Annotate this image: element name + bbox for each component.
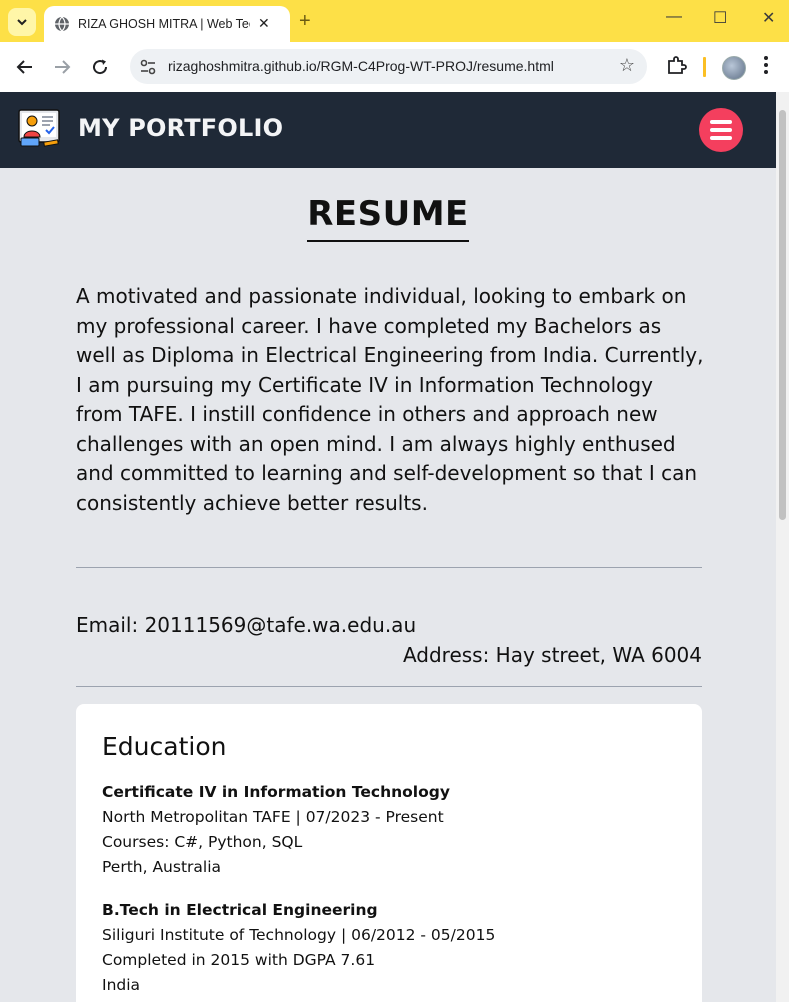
maximize-button[interactable]: ☐ bbox=[713, 8, 727, 28]
tab-title: RIZA GHOSH MITRA | Web Technologies bbox=[78, 17, 250, 31]
site-info-icon[interactable] bbox=[138, 57, 158, 77]
arrow-left-icon bbox=[16, 60, 32, 74]
institution-line: North Metropolitan TAFE | 07/2023 - Pres… bbox=[102, 808, 444, 826]
page-title: RESUME bbox=[307, 194, 469, 242]
back-button[interactable] bbox=[13, 55, 37, 79]
browser-toolbar: rizaghoshmitra.github.io/RGM-C4Prog-WT-P… bbox=[0, 42, 789, 93]
detail-line: Completed in 2015 with DGPA 7.61 bbox=[102, 951, 376, 969]
reload-icon bbox=[93, 59, 108, 75]
degree-title: Certificate IV in Information Technology bbox=[102, 783, 450, 801]
arrow-right-icon bbox=[55, 60, 71, 74]
section-divider bbox=[76, 686, 702, 687]
email-text: Email: 20111569@tafe.wa.edu.au bbox=[76, 613, 417, 637]
minimize-button[interactable]: — bbox=[666, 8, 682, 26]
location-line: India bbox=[102, 976, 141, 994]
toolbar-divider bbox=[703, 57, 706, 77]
browser-tab-bar: RIZA GHOSH MITRA | Web Technologies ✕ + … bbox=[0, 0, 789, 42]
page-scrollbar[interactable] bbox=[776, 92, 789, 1002]
browser-menu-button[interactable] bbox=[763, 55, 769, 79]
developer-logo-icon[interactable] bbox=[18, 108, 60, 150]
chevron-down-icon bbox=[17, 19, 27, 26]
kebab-menu-icon bbox=[764, 56, 768, 74]
detail-line: Courses: C#, Python, SQL bbox=[102, 833, 303, 851]
puzzle-icon bbox=[668, 56, 687, 74]
education-card: Education Certificate IV in Information … bbox=[76, 704, 702, 1002]
window-close-button[interactable]: ✕ bbox=[762, 8, 775, 28]
reload-button[interactable] bbox=[88, 55, 112, 79]
site-header: MY PORTFOLIO bbox=[0, 92, 776, 168]
institution-line: Siliguri Institute of Technology | 06/20… bbox=[102, 926, 496, 944]
section-divider bbox=[76, 567, 702, 568]
extensions-button[interactable] bbox=[665, 55, 687, 81]
degree-title: B.Tech in Electrical Engineering bbox=[102, 901, 378, 919]
forward-button[interactable] bbox=[50, 55, 74, 79]
tab-search-button[interactable] bbox=[8, 8, 36, 36]
new-tab-button[interactable]: + bbox=[299, 10, 311, 33]
globe-icon bbox=[54, 16, 70, 32]
tab-close-icon[interactable]: ✕ bbox=[258, 16, 270, 32]
hamburger-line bbox=[710, 128, 732, 132]
intro-paragraph: A motivated and passionate individual, l… bbox=[76, 284, 704, 515]
hamburger-menu-button[interactable] bbox=[699, 108, 743, 152]
hamburger-line bbox=[710, 136, 732, 140]
education-item: Certificate IV in Information Technology… bbox=[102, 780, 450, 880]
education-heading: Education bbox=[102, 732, 227, 761]
address-bar[interactable]: rizaghoshmitra.github.io/RGM-C4Prog-WT-P… bbox=[130, 49, 647, 84]
bookmark-star-icon[interactable]: ☆ bbox=[619, 55, 635, 76]
site-title[interactable]: MY PORTFOLIO bbox=[78, 114, 283, 142]
resume-heading-wrap: RESUME bbox=[0, 194, 776, 242]
page-viewport: MY PORTFOLIO RESUME A motivated and pass… bbox=[0, 92, 776, 1002]
education-item: B.Tech in Electrical Engineering Siligur… bbox=[102, 898, 495, 998]
hamburger-line bbox=[710, 120, 732, 124]
browser-tab[interactable]: RIZA GHOSH MITRA | Web Technologies ✕ bbox=[44, 6, 290, 42]
address-text: Address: Hay street, WA 6004 bbox=[402, 643, 702, 667]
url-text: rizaghoshmitra.github.io/RGM-C4Prog-WT-P… bbox=[168, 58, 554, 74]
profile-avatar[interactable] bbox=[722, 56, 746, 80]
location-line: Perth, Australia bbox=[102, 858, 222, 876]
scrollbar-thumb[interactable] bbox=[779, 110, 786, 520]
